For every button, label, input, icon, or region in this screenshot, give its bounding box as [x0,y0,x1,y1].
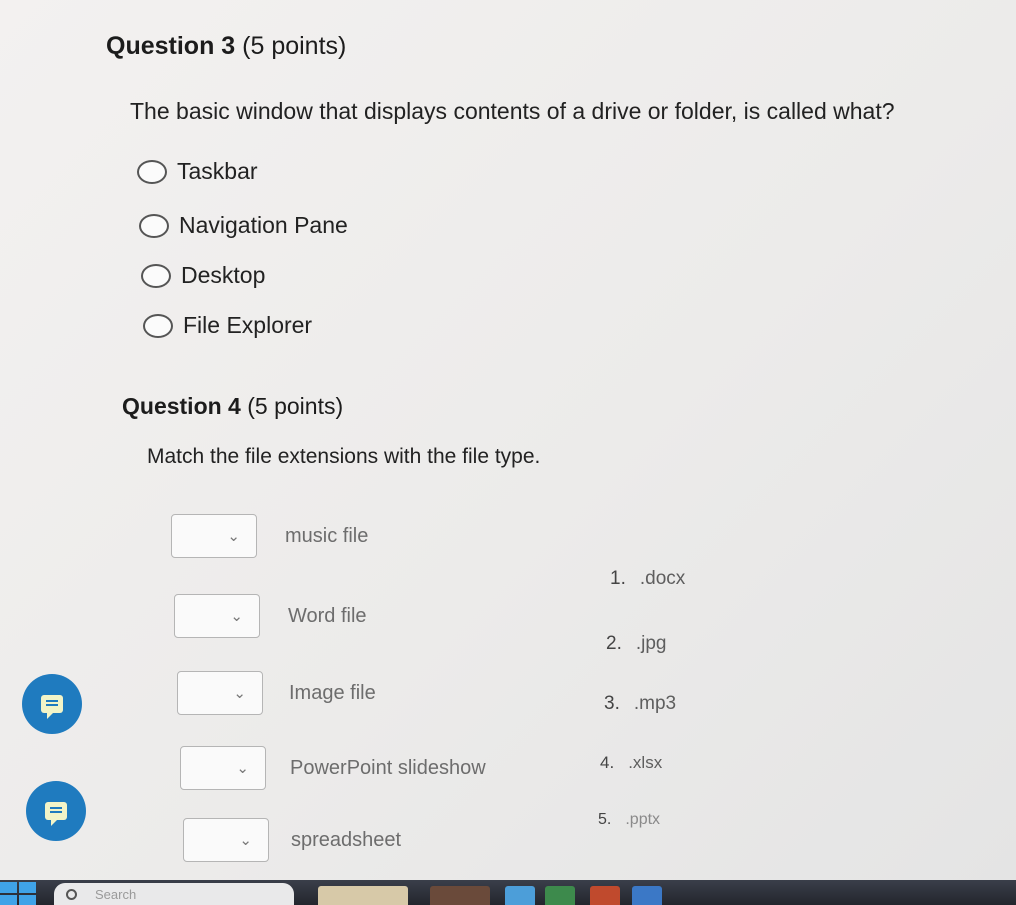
option-desktop[interactable]: Desktop [141,262,265,289]
taskbar-app-button[interactable] [545,886,575,905]
answer-extension: .pptx [625,811,661,828]
match-select-word[interactable]: ⌄ [174,594,260,638]
match-row-image: ⌄ Image file [177,671,376,715]
answer-item: 1. .docx [610,568,685,590]
answer-item: 2. .jpg [606,633,667,655]
chat-button-1[interactable] [22,674,82,734]
option-label: File Explorer [183,312,313,338]
search-icon [66,888,77,900]
answer-number: 4. [600,753,615,772]
radio-button[interactable] [141,263,171,288]
match-label: spreadsheet [291,828,402,851]
taskbar-app-button[interactable] [590,886,620,905]
question-3-heading: Question 3 (5 points) [106,32,346,61]
match-label: Image file [289,681,376,704]
answer-number: 3. [604,693,620,714]
answer-number: 2. [606,633,622,654]
search-placeholder: Search [95,886,137,902]
option-taskbar[interactable]: Taskbar [137,158,258,185]
radio-button[interactable] [143,313,173,338]
match-row-powerpoint: ⌄ PowerPoint slideshow [180,746,486,790]
match-label: Word file [288,604,367,627]
question-3-title: Question 3 [106,32,236,60]
question-3-points: (5 points) [242,32,347,60]
option-label: Desktop [181,262,266,288]
question-4-text: Match the file extensions with the file … [147,445,541,468]
windows-logo-icon[interactable] [0,882,36,905]
chat-bubble-icon [45,802,67,826]
answer-number: 1. [610,568,626,589]
taskbar-app-button[interactable] [318,886,408,905]
chevron-down-icon: ⌄ [239,832,252,849]
question-4-points: (5 points) [247,393,344,419]
chevron-down-icon: ⌄ [227,528,240,545]
taskbar-app-button[interactable] [430,886,490,905]
answer-item: 4. .xlsx [600,753,662,773]
option-file-explorer[interactable]: File Explorer [143,312,312,339]
match-row-music: ⌄ music file [171,514,368,558]
match-select-powerpoint[interactable]: ⌄ [180,746,266,790]
question-4-title: Question 4 [122,393,241,419]
chat-bubble-icon [41,695,63,719]
chevron-down-icon: ⌄ [230,608,243,625]
question-3-text: The basic window that displays contents … [130,98,895,124]
match-label: PowerPoint slideshow [290,756,486,779]
answer-extension: .xlsx [628,753,663,772]
option-navigation-pane[interactable]: Navigation Pane [139,212,348,239]
chat-button-2[interactable] [26,781,86,841]
taskbar-search-input[interactable]: Search [54,883,294,905]
answer-extension: .mp3 [633,693,677,714]
match-select-image[interactable]: ⌄ [177,671,263,715]
answer-item: 5. .pptx [598,811,660,829]
chevron-down-icon: ⌄ [236,760,249,777]
match-label: music file [285,524,369,547]
taskbar-app-button[interactable] [632,886,662,905]
answer-number: 5. [598,811,612,828]
answer-item: 3. .mp3 [604,693,676,715]
taskbar-app-button[interactable] [505,886,535,905]
option-label: Taskbar [177,158,258,184]
match-row-spreadsheet: ⌄ spreadsheet [183,818,401,862]
answer-extension: .jpg [635,633,667,654]
radio-button[interactable] [139,213,169,238]
question-4-heading: Question 4 (5 points) [122,393,343,420]
chevron-down-icon: ⌄ [233,685,246,702]
radio-button[interactable] [137,159,167,184]
match-select-spreadsheet[interactable]: ⌄ [183,818,269,862]
option-label: Navigation Pane [179,212,348,238]
match-select-music[interactable]: ⌄ [171,514,257,558]
match-row-word: ⌄ Word file [174,594,367,638]
taskbar: Search [0,880,1016,905]
answer-extension: .docx [639,568,686,589]
